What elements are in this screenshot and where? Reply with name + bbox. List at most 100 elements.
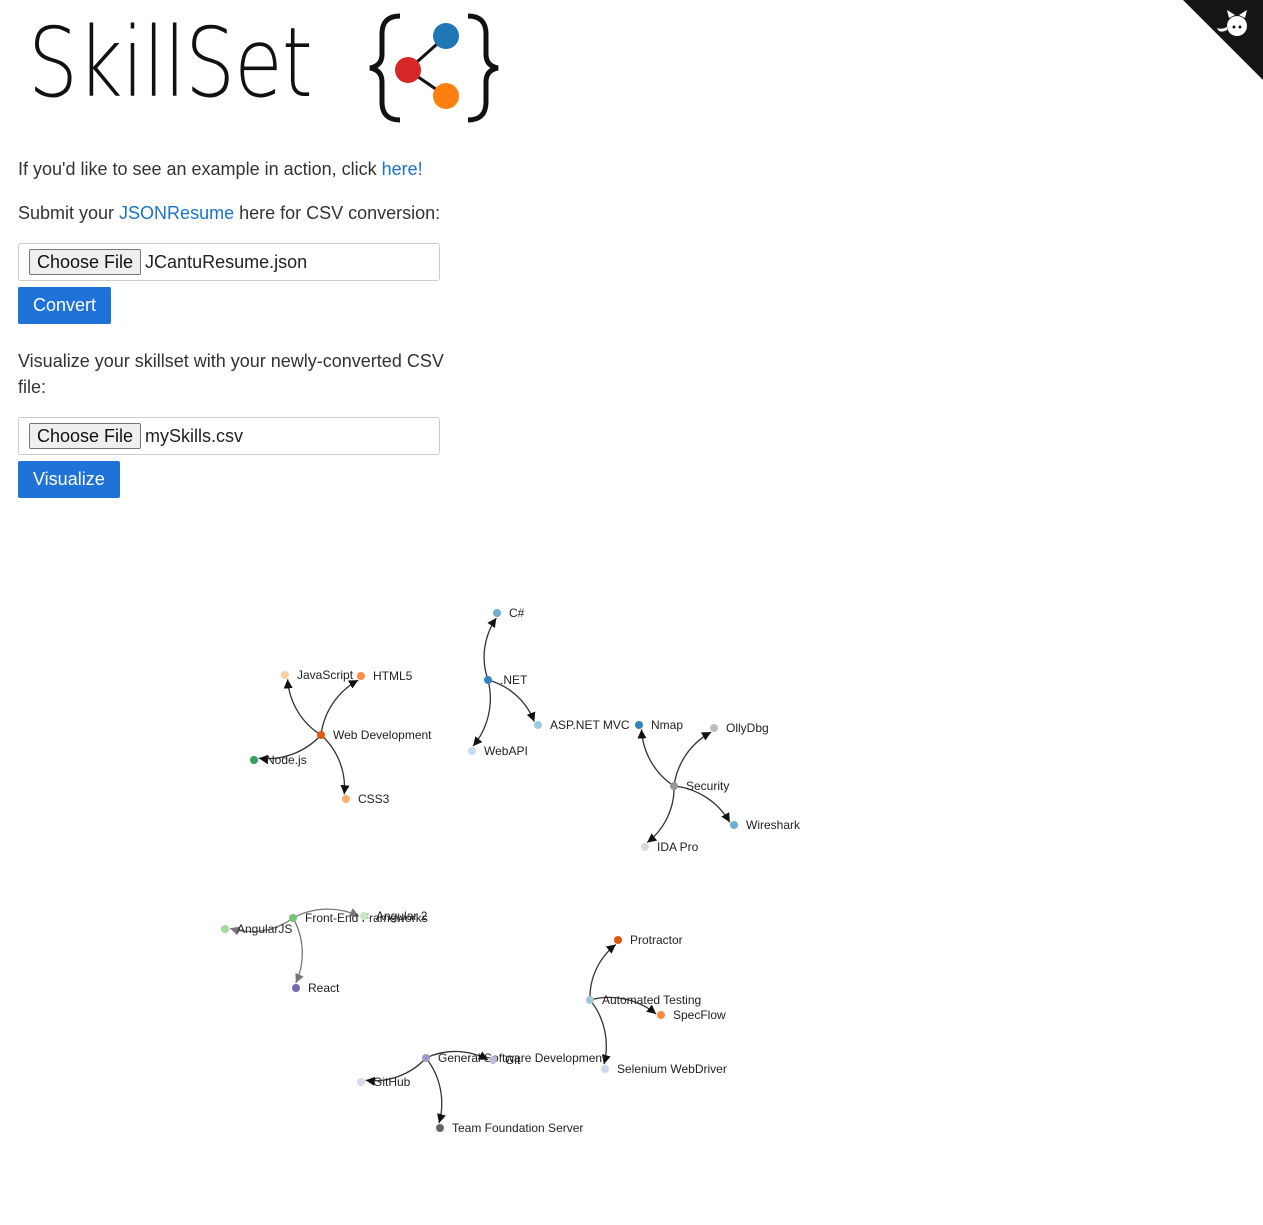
graph-link-net-csharp xyxy=(483,617,497,681)
graph-node-label: Node.js xyxy=(266,753,307,767)
graph-node-js[interactable]: JavaScript xyxy=(281,668,354,682)
graph-node-dot[interactable] xyxy=(360,912,368,920)
graph-link-webdev-js xyxy=(283,679,322,736)
graph-node-dot[interactable] xyxy=(635,721,643,729)
graph-node-dot[interactable] xyxy=(422,1054,430,1062)
visualize-button[interactable]: Visualize xyxy=(18,461,120,498)
graph-node-selenium[interactable]: Selenium WebDriver xyxy=(601,1062,727,1076)
graph-node-specflow[interactable]: SpecFlow xyxy=(657,1008,726,1022)
graph-node-protractor[interactable]: Protractor xyxy=(614,933,683,947)
graph-node-dot[interactable] xyxy=(586,996,594,1004)
graph-node-label: AngularJS xyxy=(237,922,292,936)
graph-link-security-ollydbg xyxy=(673,731,712,787)
graph-node-label: .NET xyxy=(500,673,528,687)
graph-node-dot[interactable] xyxy=(289,914,297,922)
submit-prompt-prefix: Submit your xyxy=(18,203,120,223)
graph-node-webapi[interactable]: WebAPI xyxy=(468,744,528,758)
graph-link-security-idapro xyxy=(646,785,675,843)
graph-node-dot[interactable] xyxy=(317,731,325,739)
example-prompt: If you'd like to see an example in actio… xyxy=(18,156,423,182)
graph-node-dot[interactable] xyxy=(357,1078,365,1086)
graph-node-dot[interactable] xyxy=(614,936,622,944)
logo-graph-icon xyxy=(369,13,499,123)
logo-title: SkillSet xyxy=(28,7,313,119)
graph-node-ollydbg[interactable]: OllyDbg xyxy=(710,721,769,735)
graph-node-dot[interactable] xyxy=(657,1011,665,1019)
graph-node-label: HTML5 xyxy=(373,669,413,683)
graph-node-label: JavaScript xyxy=(297,668,354,682)
graph-node-nmap[interactable]: Nmap xyxy=(635,718,683,732)
graph-node-dot[interactable] xyxy=(357,672,365,680)
graph-node-node[interactable]: Node.js xyxy=(250,753,307,767)
graph-link-security-nmap xyxy=(637,729,675,787)
graph-link-frontend-react xyxy=(292,917,304,984)
graph-node-label: Git xyxy=(505,1053,521,1067)
graph-node-dot[interactable] xyxy=(468,747,476,755)
skill-graph[interactable]: Web Development JavaScript HTML5 Node.js CSS… xyxy=(0,560,1263,1200)
visualize-prompt: Visualize your skillset with your newly-… xyxy=(18,351,444,397)
graph-node-tfs[interactable]: Team Foundation Server xyxy=(436,1121,583,1135)
graph-node-wireshark[interactable]: Wireshark xyxy=(730,818,801,832)
graph-node-label: Automated Testing xyxy=(602,993,701,1007)
graph-link-webdev-css3 xyxy=(320,734,350,795)
choose-resume-file-button[interactable]: Choose File xyxy=(29,249,142,275)
graph-link-net-webapi xyxy=(472,679,491,747)
graph-node-security[interactable]: Security xyxy=(670,779,729,793)
graph-node-label: CSS3 xyxy=(358,792,390,806)
graph-link-webdev-html5 xyxy=(320,679,359,736)
github-corner-icon[interactable] xyxy=(1183,0,1263,80)
submit-prompt: Submit your JSONResume here for CSV conv… xyxy=(18,200,440,226)
graph-node-dot[interactable] xyxy=(281,671,289,679)
graph-node-dot[interactable] xyxy=(493,609,501,617)
graph-node-label: ASP.NET MVC xyxy=(550,718,630,732)
graph-node-dot[interactable] xyxy=(221,925,229,933)
graph-node-html5[interactable]: HTML5 xyxy=(357,669,413,683)
graph-node-dot[interactable] xyxy=(342,795,350,803)
graph-node-dot[interactable] xyxy=(641,843,649,851)
graph-node-webdev[interactable]: Web Development xyxy=(317,728,432,742)
graph-node-label: C# xyxy=(509,606,525,620)
graph-node-label: IDA Pro xyxy=(657,840,699,854)
graph-node-dot[interactable] xyxy=(730,821,738,829)
graph-link-gensw-tfs xyxy=(425,1057,446,1124)
graph-node-dot[interactable] xyxy=(489,1056,497,1064)
csv-file-input[interactable]: Choose File mySkills.csv xyxy=(18,417,440,455)
example-prompt-text: If you'd like to see an example in actio… xyxy=(18,159,382,179)
graph-node-label: SpecFlow xyxy=(673,1008,726,1022)
graph-node-label: Team Foundation Server xyxy=(452,1121,583,1135)
graph-node-net[interactable]: .NET xyxy=(484,673,528,687)
jsonresume-link[interactable]: JSONResume xyxy=(119,203,234,223)
graph-node-csharp[interactable]: C# xyxy=(493,606,525,620)
graph-node-dot[interactable] xyxy=(601,1065,609,1073)
graph-node-dot[interactable] xyxy=(670,782,678,790)
graph-node-idapro[interactable]: IDA Pro xyxy=(641,840,699,854)
graph-node-label: React xyxy=(308,981,340,995)
graph-node-react[interactable]: React xyxy=(292,981,340,995)
graph-node-label: Angular 2 xyxy=(376,909,428,923)
graph-node-label: General Software Development xyxy=(438,1051,606,1065)
graph-node-label: Wireshark xyxy=(746,818,801,832)
graph-node-dot[interactable] xyxy=(484,676,492,684)
graph-node-dot[interactable] xyxy=(292,984,300,992)
graph-node-dot[interactable] xyxy=(436,1124,444,1132)
graph-node-label: Protractor xyxy=(630,933,683,947)
graph-node-dot[interactable] xyxy=(710,724,718,732)
convert-button[interactable]: Convert xyxy=(18,287,112,324)
resume-file-name: JCantuResume.json xyxy=(145,251,308,272)
choose-csv-file-button[interactable]: Choose File xyxy=(29,423,142,449)
graph-node-aspnet[interactable]: ASP.NET MVC xyxy=(534,718,630,732)
graph-node-label: WebAPI xyxy=(484,744,528,758)
resume-file-input[interactable]: Choose File JCantuResume.json xyxy=(18,243,440,281)
submit-prompt-suffix: here for CSV conversion: xyxy=(234,203,441,223)
graph-node-label: Security xyxy=(686,779,729,793)
csv-file-name: mySkills.csv xyxy=(145,425,244,446)
graph-node-label: Selenium WebDriver xyxy=(617,1062,727,1076)
graph-node-autotest[interactable]: Automated Testing xyxy=(586,993,701,1007)
example-link[interactable]: here! xyxy=(382,159,423,179)
graph-node-label: Nmap xyxy=(651,718,683,732)
graph-node-css3[interactable]: CSS3 xyxy=(342,792,390,806)
graph-node-dot[interactable] xyxy=(534,721,542,729)
graph-node-dot[interactable] xyxy=(250,756,258,764)
graph-node-label: GitHub xyxy=(373,1075,411,1089)
graph-node-github[interactable]: GitHub xyxy=(357,1075,411,1089)
